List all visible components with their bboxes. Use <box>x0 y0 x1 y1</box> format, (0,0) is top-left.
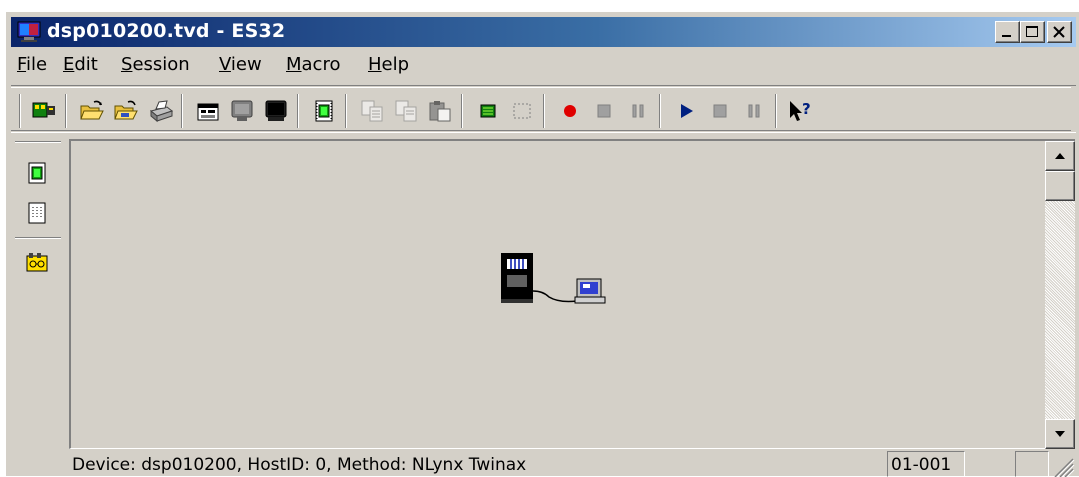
paste-icon[interactable] <box>427 98 453 124</box>
menu-view-label: iew <box>230 54 262 75</box>
network-diagram <box>501 253 606 304</box>
arrow-down-icon <box>1055 431 1065 437</box>
copy-alt-icon[interactable] <box>393 98 419 124</box>
toolbar-separator <box>345 94 347 128</box>
scroll-up-button[interactable] <box>1045 141 1075 171</box>
status-bar: Device: dsp010200, HostID: 0, Method: NL… <box>7 449 1079 477</box>
stop-icon[interactable] <box>591 98 617 124</box>
properties-icon[interactable] <box>195 98 221 124</box>
status-code: 01-001 <box>891 455 952 475</box>
menu-edit-label: dit <box>74 54 98 75</box>
print-icon[interactable] <box>147 98 173 124</box>
network-icon[interactable] <box>25 251 49 275</box>
window-title: dsp010200.tvd - ES32 <box>47 20 286 42</box>
terminal-off-icon[interactable] <box>229 98 255 124</box>
capture-icon[interactable] <box>25 161 49 185</box>
app-icon <box>17 21 41 42</box>
record-icon[interactable] <box>557 98 583 124</box>
select-icon[interactable] <box>509 98 535 124</box>
session-canvas[interactable] <box>69 139 1075 449</box>
toolbar-separator <box>461 94 463 128</box>
maximize-icon <box>1026 26 1038 37</box>
play-icon[interactable] <box>673 98 699 124</box>
toolbar-inner: ? <box>11 87 1071 131</box>
status-text: Device: dsp010200, HostID: 0, Method: NL… <box>72 455 527 475</box>
menu-edit-mnemonic: E <box>63 54 75 75</box>
toolbar-separator <box>297 94 299 128</box>
capture-icon[interactable] <box>311 98 337 124</box>
menu-bar: File Edit Session View Macro Help <box>11 51 1076 81</box>
minimize-button[interactable] <box>995 21 1020 43</box>
status-code-panel: 01-001 <box>887 451 965 477</box>
menu-view-mnemonic: V <box>219 54 231 75</box>
resize-grip-icon[interactable] <box>1053 457 1075 477</box>
menu-session-label: ession <box>132 54 190 75</box>
status-empty-panel <box>1015 451 1049 477</box>
maximize-button[interactable] <box>1020 21 1045 43</box>
menu-session-mnemonic: S <box>121 54 133 75</box>
svg-text:?: ? <box>802 100 811 118</box>
arrow-up-icon <box>1055 153 1065 159</box>
copy-icon[interactable] <box>359 98 385 124</box>
toolbar-separator <box>65 94 67 128</box>
close-button[interactable] <box>1047 21 1072 43</box>
host-server-icon[interactable] <box>501 253 533 303</box>
toolbar-grip <box>19 94 21 128</box>
vertical-scrollbar[interactable] <box>1045 141 1075 449</box>
toolbar-separator <box>659 94 661 128</box>
dots-icon[interactable] <box>25 201 49 225</box>
pause-play-icon[interactable] <box>741 98 767 124</box>
menu-help-label: elp <box>381 54 410 75</box>
toolbar-separator <box>181 94 183 128</box>
terminal-device-icon[interactable] <box>574 278 606 304</box>
menu-file-mnemonic: F <box>17 54 27 75</box>
vtoolbar-separator <box>15 237 61 239</box>
title-bar[interactable]: dsp010200.tvd - ES32 <box>11 17 1076 47</box>
scroll-thumb[interactable] <box>1045 171 1075 201</box>
vtoolbar-grip <box>15 141 61 143</box>
context-help-icon[interactable]: ? <box>787 98 813 124</box>
table-icon[interactable] <box>475 98 501 124</box>
menu-macro-mnemonic: M <box>286 54 302 75</box>
stop-play-icon[interactable] <box>707 98 733 124</box>
vertical-toolbar <box>11 139 67 469</box>
minimize-icon <box>1002 35 1011 37</box>
open-folder-icon[interactable] <box>79 98 105 124</box>
device-icon[interactable] <box>31 98 57 124</box>
toolbar: ? <box>11 85 1076 133</box>
terminal-icon[interactable] <box>263 98 289 124</box>
menu-file-label: ile <box>26 54 48 75</box>
scroll-down-button[interactable] <box>1045 419 1075 449</box>
menu-macro[interactable]: Macro <box>286 54 340 75</box>
toolbar-separator <box>775 94 777 128</box>
menu-help[interactable]: Help <box>368 54 409 75</box>
twinax-cable <box>532 290 578 303</box>
menu-edit[interactable]: Edit <box>63 54 98 75</box>
close-icon <box>1053 26 1065 38</box>
open-folder-alt-icon[interactable] <box>113 98 139 124</box>
menu-session[interactable]: Session <box>121 54 190 75</box>
menu-view[interactable]: View <box>219 54 262 75</box>
toolbar-separator <box>543 94 545 128</box>
application-window: dsp010200.tvd - ES32 File Edit Session V… <box>6 12 1079 477</box>
menu-file[interactable]: File <box>17 54 47 75</box>
menu-macro-label: acro <box>301 54 341 75</box>
pause-icon[interactable] <box>625 98 651 124</box>
menu-help-mnemonic: H <box>368 54 382 75</box>
status-main-panel: Device: dsp010200, HostID: 0, Method: NL… <box>69 451 879 477</box>
